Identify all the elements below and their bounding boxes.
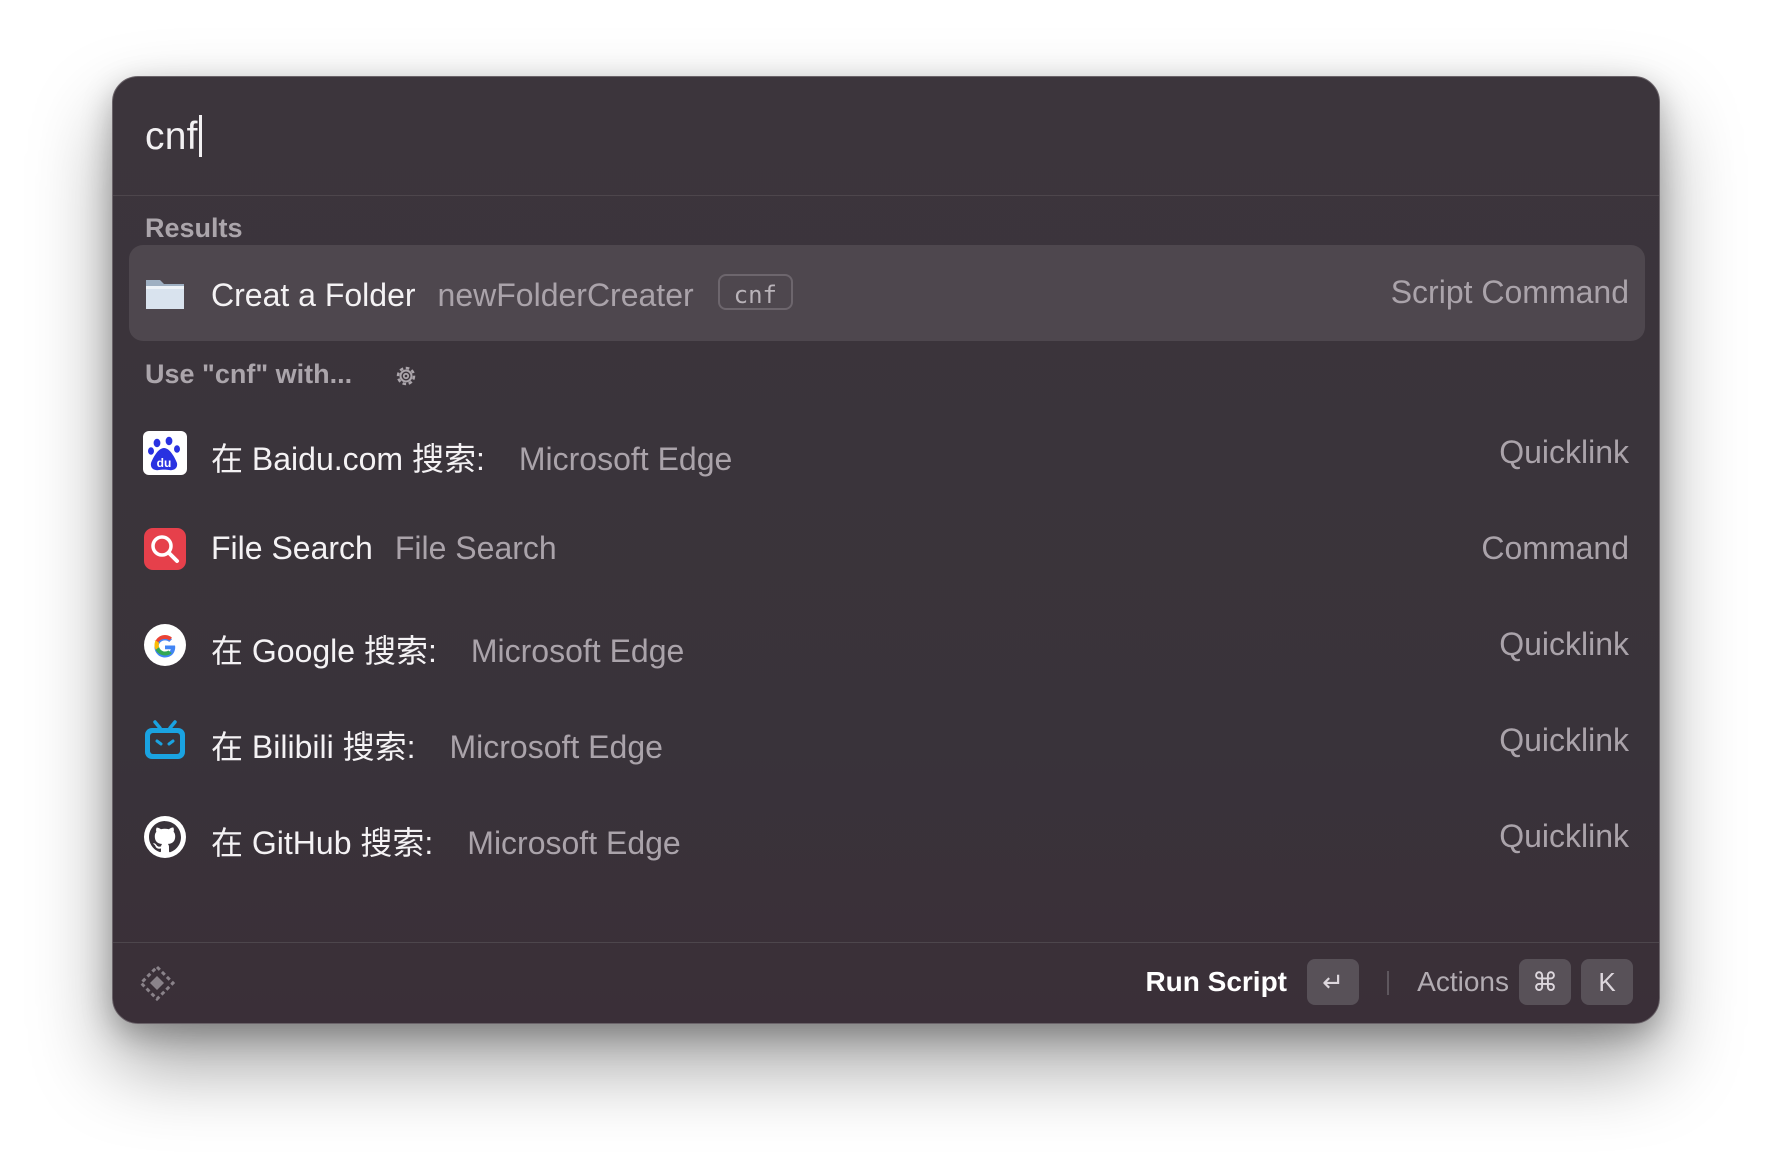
fallback-title-text: 在 Baidu.com 搜索: (211, 441, 485, 477)
fallback-item-file-search[interactable]: File Search File Search Command (129, 501, 1645, 597)
baidu-icon: du (143, 431, 187, 475)
result-kind: Script Command (1390, 274, 1629, 310)
text-caret (198, 115, 202, 157)
fallback-item-baidu[interactable]: du 在 Baidu.com 搜索: Microsoft Edge Quickli… (129, 405, 1645, 501)
command-key-hint: ⌘ (1519, 959, 1571, 1005)
fallback-title-text: 在 GitHub 搜索: (211, 825, 434, 861)
fallback-kind: Quicklink (1499, 434, 1629, 470)
fallback-item-github[interactable]: 在 GitHub 搜索: Microsoft Edge Quicklink (129, 789, 1645, 885)
gear-icon[interactable] (393, 363, 419, 389)
fallback-kind: Quicklink (1499, 722, 1629, 758)
action-bar: Run Script ↵ Actions ⌘ K (113, 942, 1659, 1023)
use-with-label-text: Use "cnf" with... (145, 359, 353, 389)
fallback-item-google[interactable]: 在 Google 搜索: Microsoft Edge Quicklink (129, 597, 1645, 693)
run-script-button[interactable]: Run Script (1145, 966, 1287, 998)
file-search-icon (144, 528, 186, 570)
result-subtitle: newFolderCreater (437, 277, 694, 313)
folder-icon (146, 280, 184, 309)
fallback-subtitle: Microsoft Edge (467, 825, 681, 861)
fallback-subtitle: Microsoft Edge (470, 633, 685, 669)
svg-text:du: du (157, 456, 172, 470)
result-title-text: Creat a Folder (211, 277, 416, 313)
launcher-window: cnf Results Creat a Folder newFolderCreat… (112, 76, 1660, 1024)
search-bar[interactable]: cnf (113, 77, 1659, 196)
use-with-section-label: Use "cnf" with... (145, 359, 416, 390)
result-title: Creat a Folder newFolderCreater cnf (211, 274, 793, 314)
fallback-title: 在 Baidu.com 搜索: Microsoft Edge (211, 434, 732, 480)
enter-key-hint: ↵ (1307, 959, 1359, 1005)
fallback-title: File Search File Search (211, 530, 557, 567)
actions-button[interactable]: Actions (1417, 966, 1509, 998)
fallback-kind: Command (1481, 530, 1629, 566)
fallback-subtitle: File Search (394, 530, 557, 566)
fallback-item-bilibili[interactable]: 在 Bilibili 搜索: Microsoft Edge Quicklink (129, 693, 1645, 789)
fallback-title: 在 Google 搜索: Microsoft Edge (211, 626, 684, 672)
alias-badge: cnf (717, 274, 793, 310)
search-input[interactable]: cnf (145, 115, 202, 159)
fallback-title-text: File Search (211, 530, 373, 566)
k-key-hint: K (1581, 959, 1633, 1005)
fallback-subtitle: Microsoft Edge (518, 441, 733, 477)
github-icon (144, 816, 186, 858)
fallback-title: 在 GitHub 搜索: Microsoft Edge (211, 818, 681, 864)
fallback-subtitle: Microsoft Edge (449, 729, 663, 765)
raycast-logo-icon[interactable] (137, 963, 177, 1003)
result-item-creat-folder[interactable]: Creat a Folder newFolderCreater cnf Script… (129, 245, 1645, 341)
bilibili-icon (145, 720, 185, 759)
fallback-kind: Quicklink (1499, 626, 1629, 662)
footer-divider (1387, 971, 1389, 995)
fallback-kind: Quicklink (1499, 818, 1629, 854)
search-query[interactable]: cnf (145, 115, 198, 158)
fallback-title-text: 在 Bilibili 搜索: (211, 729, 416, 765)
google-icon (144, 624, 186, 666)
fallback-title: 在 Bilibili 搜索: Microsoft Edge (211, 722, 663, 768)
results-section-label: Results (145, 213, 243, 243)
fallback-title-text: 在 Google 搜索: (211, 633, 437, 669)
